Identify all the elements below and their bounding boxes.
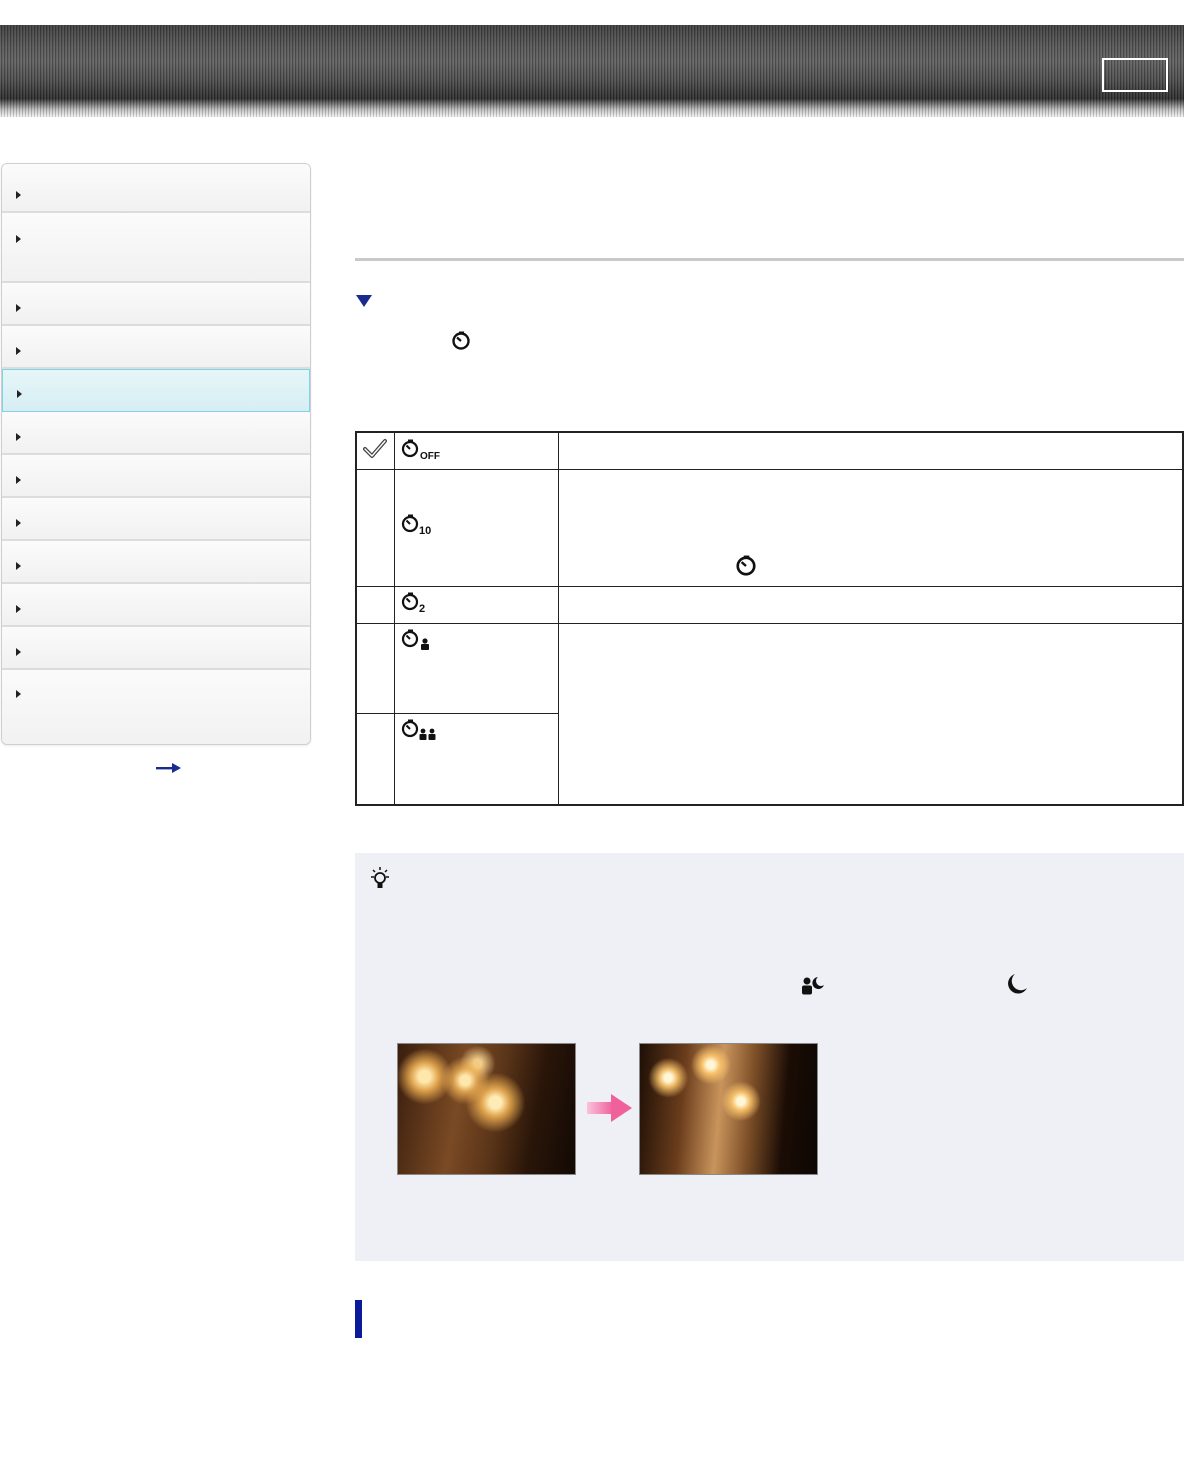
- self-timer-2-icon: 2: [401, 592, 425, 615]
- sidebar-nav: [1, 163, 311, 745]
- sidebar-item-4[interactable]: [2, 326, 310, 369]
- self-timer-icon: [452, 331, 470, 350]
- sharp-night-photo: [639, 1043, 818, 1175]
- sidebar-item-9[interactable]: [2, 541, 310, 584]
- right-caret-icon: [16, 191, 21, 199]
- sidebar-item-6[interactable]: [2, 412, 310, 455]
- right-caret-icon: [16, 235, 21, 243]
- self-timer-off-icon: OFF: [401, 439, 440, 462]
- right-caret-icon: [16, 690, 21, 698]
- sidebar-item-12[interactable]: [2, 670, 310, 744]
- right-caret-icon: [16, 433, 21, 441]
- sidebar-item-11[interactable]: [2, 627, 310, 670]
- right-caret-icon: [17, 390, 22, 398]
- self-portrait-two-icon: [401, 719, 436, 740]
- table-row-divider: [357, 623, 1182, 624]
- table-row-divider: [357, 469, 1182, 470]
- lightbulb-icon: [371, 867, 389, 888]
- right-caret-icon: [16, 562, 21, 570]
- section-divider: [355, 258, 1184, 261]
- table-col-divider: [394, 433, 395, 804]
- right-caret-icon: [16, 347, 21, 355]
- night-portrait-icon: [802, 977, 824, 995]
- table-row-divider: [357, 713, 559, 714]
- right-caret-icon: [16, 304, 21, 312]
- sidebar-item-1[interactable]: [2, 164, 310, 213]
- sidebar-item-5-active[interactable]: [2, 369, 310, 412]
- blurred-night-photo: [397, 1043, 576, 1175]
- header-button[interactable]: [1102, 58, 1168, 92]
- self-timer-table: OFF 10 2: [355, 431, 1184, 806]
- night-scene-icon: [1008, 974, 1027, 994]
- svg-text:OFF: OFF: [420, 451, 440, 462]
- right-caret-icon: [16, 605, 21, 613]
- right-caret-icon: [16, 648, 21, 656]
- sidebar-item-8[interactable]: [2, 498, 310, 541]
- svg-text:2: 2: [419, 603, 425, 615]
- self-timer-icon: [736, 555, 756, 576]
- triangle-down-icon[interactable]: [356, 295, 372, 307]
- table-row-divider: [357, 586, 1182, 587]
- sidebar-item-10[interactable]: [2, 584, 310, 627]
- hint-box: [355, 853, 1184, 1261]
- table-col-divider: [558, 433, 559, 804]
- page-header: [0, 25, 1184, 117]
- sidebar-item-2[interactable]: [2, 213, 310, 283]
- self-portrait-one-icon: [401, 629, 429, 650]
- section-heading-bar: [355, 1300, 362, 1338]
- pink-right-arrow-icon: [587, 1094, 632, 1122]
- right-arrow-icon[interactable]: [156, 762, 182, 774]
- checkmark-icon: [363, 439, 387, 458]
- sidebar-item-7[interactable]: [2, 455, 310, 498]
- sidebar-item-3[interactable]: [2, 283, 310, 326]
- self-timer-10-icon: 10: [401, 514, 431, 537]
- right-caret-icon: [16, 519, 21, 527]
- svg-text:10: 10: [419, 525, 431, 537]
- right-caret-icon: [16, 476, 21, 484]
